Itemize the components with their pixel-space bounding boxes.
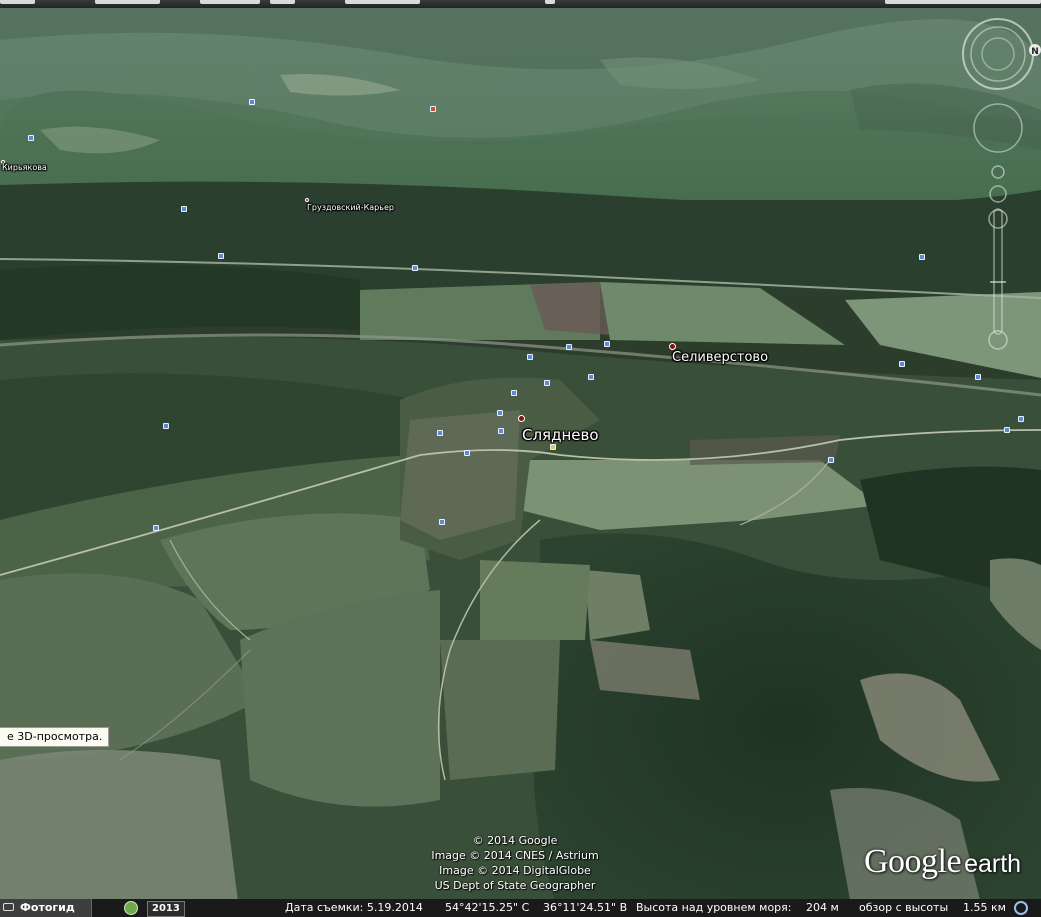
top-toolbar: [0, 0, 1041, 8]
satellite-terrain[interactable]: [0, 0, 1041, 917]
poi-icon[interactable]: [181, 206, 187, 212]
poi-icon[interactable]: [899, 361, 905, 367]
poi-icon[interactable]: [1004, 427, 1010, 433]
attribution-line: Image © 2014 DigitalGlobe: [439, 864, 591, 877]
camera-icon: [3, 903, 14, 911]
imagery-year[interactable]: 2013: [147, 901, 185, 917]
poi-icon[interactable]: [588, 374, 594, 380]
logo-google-text: Google: [864, 843, 962, 880]
longitude-readout: 36°11'24.51" В: [543, 901, 628, 914]
place-marker[interactable]: [305, 198, 309, 202]
poi-icon[interactable]: [527, 354, 533, 360]
poi-icon[interactable]: [412, 265, 418, 271]
tooltip-3d-view: е 3D-просмотра.: [0, 727, 110, 747]
photo-guide-label: Фотогид: [20, 901, 75, 914]
poi-icon[interactable]: [1018, 416, 1024, 422]
poi-icon[interactable]: [153, 525, 159, 531]
imagery-attribution: © 2014 Google Image © 2014 CNES / Astriu…: [405, 833, 625, 893]
eye-altitude-value: 1.55 км: [963, 901, 1006, 914]
status-bar: Фотогид 2013 Дата съемки: 5.19.2014 54°4…: [0, 899, 1041, 917]
place-label-slyadnevo[interactable]: Сляднево: [522, 426, 599, 444]
poi-icon[interactable]: [437, 430, 443, 436]
poi-icon[interactable]: [163, 423, 169, 429]
place-label-gruzdovsky[interactable]: Груздовский-Карьер: [307, 203, 394, 212]
place-marker[interactable]: [518, 415, 525, 422]
poi-icon[interactable]: [464, 450, 470, 456]
elevation-value: 204 м: [806, 901, 839, 914]
zoom-slider-icon[interactable]: [988, 165, 1008, 350]
poi-icon[interactable]: [828, 457, 834, 463]
compass-ring-icon[interactable]: N: [962, 18, 1041, 90]
poi-icon[interactable]: [511, 390, 517, 396]
toolbar-button[interactable]: [200, 0, 260, 4]
poi-icon[interactable]: [550, 444, 556, 450]
photo-guide-button[interactable]: Фотогид: [0, 899, 92, 917]
poi-icon[interactable]: [497, 410, 503, 416]
attribution-line: Image © 2014 CNES / Astrium: [431, 849, 599, 862]
search-icon[interactable]: [1014, 901, 1028, 915]
capture-date: Дата съемки: 5.19.2014: [285, 901, 423, 914]
place-label-kiryakovo[interactable]: Кирьякова: [2, 163, 47, 172]
poi-icon[interactable]: [439, 519, 445, 525]
elevation-label: Высота над уровнем моря:: [636, 901, 792, 914]
latitude-readout: 54°42'15.25" С: [445, 901, 530, 914]
logo-earth-text: earth: [964, 850, 1022, 878]
historical-imagery-clock-icon[interactable]: [124, 901, 138, 915]
poi-icon[interactable]: [498, 428, 504, 434]
poi-icon[interactable]: [430, 106, 436, 112]
map-viewport[interactable]: Кирьякова Груздовский-Карьер Селиверстов…: [0, 0, 1041, 917]
navigation-controls[interactable]: N: [961, 14, 1041, 364]
poi-icon[interactable]: [28, 135, 34, 141]
place-label-seliverstovo[interactable]: Селиверстово: [672, 350, 768, 365]
place-marker[interactable]: [669, 343, 676, 350]
poi-icon[interactable]: [919, 254, 925, 260]
google-earth-logo: Google earth: [864, 843, 1021, 881]
poi-icon[interactable]: [566, 344, 572, 350]
poi-icon[interactable]: [218, 253, 224, 259]
poi-icon[interactable]: [604, 341, 610, 347]
poi-icon[interactable]: [975, 374, 981, 380]
north-indicator: N: [1031, 47, 1039, 57]
poi-icon[interactable]: [544, 380, 550, 386]
look-joystick-icon[interactable]: [973, 103, 1023, 153]
attribution-line: US Dept of State Geographer: [434, 879, 596, 892]
eye-altitude-label: обзор с высоты: [859, 901, 949, 914]
attribution-line: © 2014 Google: [472, 834, 558, 847]
toolbar-button[interactable]: [545, 0, 555, 4]
toolbar-button[interactable]: [885, 0, 1041, 4]
poi-icon[interactable]: [249, 99, 255, 105]
toolbar-button[interactable]: [95, 0, 160, 4]
toolbar-button[interactable]: [270, 0, 295, 4]
toolbar-button[interactable]: [345, 0, 420, 4]
toolbar-button[interactable]: [0, 0, 35, 4]
